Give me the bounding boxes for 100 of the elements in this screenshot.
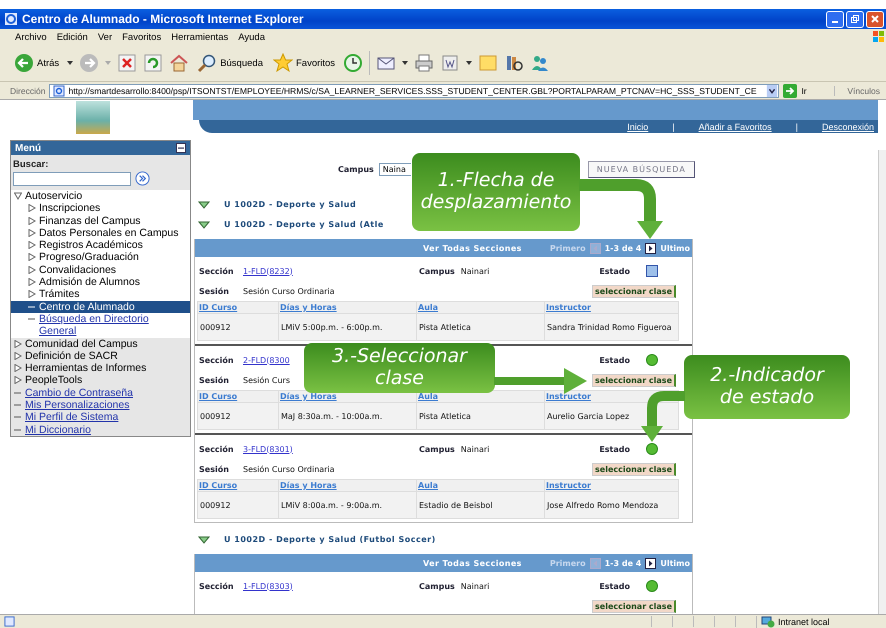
document-icon[interactable] <box>440 53 460 73</box>
table-cell: Pista Atletica <box>417 314 544 340</box>
caret-icon[interactable] <box>466 61 472 65</box>
menu-link[interactable]: Mi Diccionario <box>25 424 91 436</box>
range-text: 1-3 de 4 <box>604 244 642 252</box>
star-icon <box>272 53 293 73</box>
section-label: Sección <box>199 444 235 454</box>
session-value: Sesión Curso Ordinaria <box>243 464 335 474</box>
session-value: Sesión Curso Ordinaria <box>243 286 335 296</box>
menu-item[interactable]: Herramientas <box>166 32 234 42</box>
collapsed-triangle-icon[interactable] <box>14 352 22 360</box>
table-cell: 000912 <box>198 314 278 340</box>
refresh-icon[interactable] <box>143 53 164 73</box>
printer-icon[interactable] <box>414 53 434 73</box>
back-button[interactable]: Atrás <box>12 51 62 75</box>
select-class-button[interactable]: seleccionar clase <box>592 374 676 386</box>
caret-icon[interactable] <box>67 61 74 65</box>
header-link[interactable]: Añadir a Favoritos <box>698 122 772 132</box>
table-cell: MaJ 8:30a.m. - 10:00a.m. <box>279 403 416 429</box>
expanded-triangle-icon[interactable] <box>198 536 210 544</box>
expanded-triangle-icon[interactable] <box>14 192 22 200</box>
session-value: Sesión Curs <box>243 376 290 384</box>
status-label: Estado <box>599 266 630 276</box>
table-cell: Jose Alfredo Romo Mendoza <box>545 492 678 518</box>
column-header[interactable]: Aula <box>418 392 438 401</box>
search-go-icon[interactable] <box>135 171 150 186</box>
campus-dropdown[interactable]: Naina <box>378 163 411 176</box>
range-text: 1-3 de 4 <box>604 558 642 568</box>
dropdown-icon[interactable] <box>766 84 778 96</box>
menu-item[interactable]: Favoritos <box>117 32 166 42</box>
scrollbar[interactable] <box>878 150 886 614</box>
select-class-button[interactable]: seleccionar clase <box>592 600 676 612</box>
home-icon[interactable] <box>169 53 190 73</box>
books-icon[interactable] <box>504 53 524 73</box>
network-icon <box>761 616 775 628</box>
address-field[interactable]: http://smartdesarrollo:8400/psp/ITSONTST/EMPLOYEE/HRMS/c/SA_LEARNER_SERVICES.SSS_STUDENT_CENTER.GBL?PORTALPARAM_PTCNAV=HC_SSS_STUDENT_CE <box>49 84 780 98</box>
table-cell: Sandra Trinidad Romo Figueroa <box>545 314 678 340</box>
go-button[interactable]: Ir <box>783 84 807 98</box>
collapsed-triangle-icon[interactable] <box>28 204 36 212</box>
section-link[interactable]: 3-FLD(8301) <box>243 444 293 454</box>
windows-flag-icon <box>872 30 886 44</box>
collapsed-triangle-icon[interactable] <box>28 253 36 262</box>
collapsed-triangle-icon[interactable] <box>28 216 36 225</box>
select-class-button[interactable]: seleccionar clase <box>592 284 676 298</box>
menu-folder[interactable]: Herramientas de Informes <box>25 362 146 374</box>
links-label[interactable]: Vínculos <box>834 86 886 96</box>
callout-label: 2.-Indicador de estado <box>684 355 850 419</box>
section-link[interactable]: 2-FLD(8300 <box>243 356 290 364</box>
expanded-triangle-icon[interactable] <box>198 220 210 228</box>
stop-icon[interactable] <box>117 53 138 73</box>
menu-folder[interactable]: PeopleTools <box>25 374 82 387</box>
section-label: Sección <box>199 582 235 590</box>
menu-folder[interactable]: Comunidad del Campus <box>25 338 138 350</box>
restore-button[interactable] <box>846 10 864 28</box>
menu-item[interactable]: Edición <box>52 32 93 42</box>
search-field[interactable] <box>13 172 131 186</box>
select-class-button[interactable]: seleccionar clase <box>592 462 676 476</box>
search-button[interactable]: Búsqueda <box>195 51 265 75</box>
section-link[interactable]: 1-FLD(8303) <box>243 582 293 590</box>
browser-logo-icon <box>4 12 18 26</box>
expanded-triangle-icon[interactable] <box>198 200 210 208</box>
favorites-button[interactable]: Favoritos <box>270 51 338 75</box>
menu-folder[interactable]: Definición de SACR <box>25 350 118 362</box>
minimize-button[interactable] <box>826 10 844 28</box>
page-button[interactable]: NUEVA BÚSQUEDA <box>588 161 695 178</box>
campus-value: Nainari <box>460 266 490 276</box>
menu-item[interactable]: Ver <box>92 32 118 42</box>
menu-item[interactable]: Archivo <box>10 32 52 42</box>
collapsed-triangle-icon[interactable] <box>28 228 36 237</box>
collapsed-triangle-icon[interactable] <box>28 278 36 286</box>
course-title[interactable]: U 1002D - Deporte y Salud <box>224 200 356 209</box>
menu-item[interactable]: Ayuda <box>233 32 270 42</box>
page-icon <box>53 84 66 96</box>
collapsed-triangle-icon[interactable] <box>14 340 22 348</box>
menu-link[interactable]: Mis Personalizaciones <box>25 399 130 412</box>
close-button[interactable] <box>866 10 884 28</box>
course-title[interactable]: U 1002D - Deporte y Salud (Futbol Soccer) <box>224 535 436 544</box>
restore-icon <box>850 14 860 24</box>
header-link[interactable]: Desconexión <box>822 122 874 132</box>
separator-text: | <box>794 122 799 132</box>
people-icon[interactable] <box>530 53 550 73</box>
column-header[interactable]: Aula <box>418 481 438 490</box>
search-icon <box>197 53 218 73</box>
menu-link[interactable]: Cambio de Contraseña <box>25 386 133 400</box>
collapsed-triangle-icon[interactable] <box>14 364 22 372</box>
history-icon[interactable] <box>343 53 364 73</box>
menu-link[interactable]: Mi Perfil de Sistema <box>25 411 118 424</box>
collapsed-triangle-icon[interactable] <box>28 241 36 250</box>
collapsed-triangle-icon[interactable] <box>28 266 36 274</box>
section-link[interactable]: 1-FLD(8232) <box>243 266 293 276</box>
collapse-icon[interactable] <box>176 143 186 153</box>
status-label: Estado <box>599 444 630 454</box>
column-header[interactable]: Aula <box>418 303 438 312</box>
campus-value: Nainari <box>460 444 490 454</box>
header-link[interactable]: Inicio <box>627 122 648 132</box>
caret-icon[interactable] <box>402 61 408 65</box>
course-title[interactable]: U 1002D - Deporte y Salud (Atle <box>224 220 384 229</box>
menu-title: Menú <box>15 142 42 154</box>
collapsed-triangle-icon[interactable] <box>28 290 36 298</box>
collapsed-triangle-icon[interactable] <box>14 376 22 384</box>
